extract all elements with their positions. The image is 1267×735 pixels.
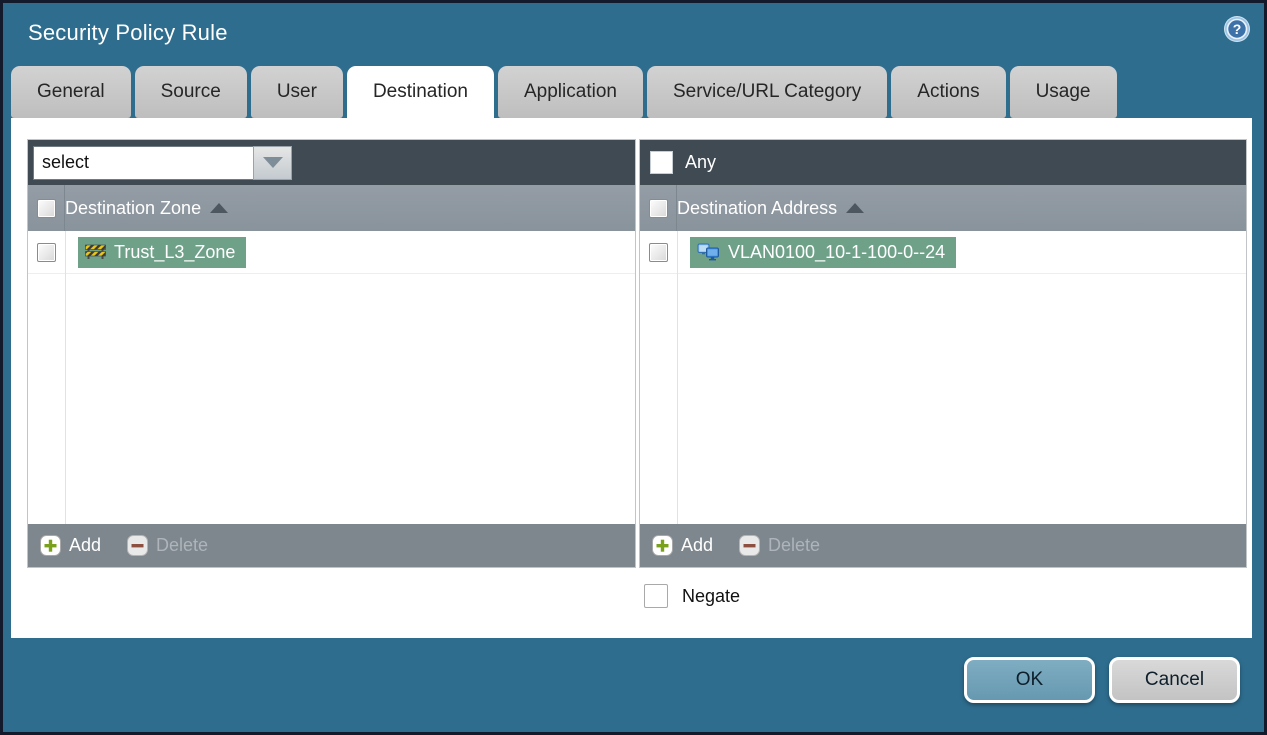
zone-select-dropdown [33,145,292,180]
tab-bar: General Source User Destination Applicat… [11,66,1117,118]
sort-ascending-icon[interactable] [210,203,229,213]
plus-icon [652,535,673,556]
table-row: VLAN0100_10-1-100-0--24 [640,231,1246,274]
chevron-down-icon [262,157,283,168]
zone-entry-label: Trust_L3_Zone [114,241,236,262]
minus-icon [739,535,761,556]
zone-rows: Trust_L3_Zone [28,231,635,524]
zone-barrier-icon [85,244,106,259]
address-delete-button[interactable]: Delete [739,535,820,556]
address-row-checkbox-cell [640,231,677,273]
minus-icon [127,535,149,556]
zone-footer-bar: Add Delete [28,524,635,567]
address-column-header: Destination Address [640,185,1246,231]
address-select-all-cell [640,185,677,231]
zone-add-label: Add [69,535,102,555]
zone-select-dropdown-button[interactable] [253,145,292,180]
tab-service-url-category[interactable]: Service/URL Category [646,66,888,118]
address-footer-bar: Add Delete [640,524,1246,567]
question-mark-glyph: ? [1233,21,1242,37]
address-toolbar: Any [640,140,1246,185]
zone-delete-button[interactable]: Delete [127,535,208,556]
network-address-icon [697,243,719,261]
negate-option: Negate [644,584,740,608]
table-row: Trust_L3_Zone [28,231,635,274]
cancel-button[interactable]: Cancel [1109,656,1240,703]
tab-usage[interactable]: Usage [1009,66,1117,118]
security-policy-rule-dialog: Security Policy Rule ? General Source Us… [0,0,1267,735]
plus-icon [40,535,61,556]
zone-column-label[interactable]: Destination Zone [65,198,201,219]
address-row-checkbox[interactable] [649,242,668,262]
any-checkbox[interactable] [650,151,673,174]
ok-button[interactable]: OK [964,656,1095,703]
any-label: Any [685,152,717,172]
tab-source[interactable]: Source [134,66,247,118]
tab-actions[interactable]: Actions [891,66,1006,118]
tab-application[interactable]: Application [498,66,643,118]
address-delete-label: Delete [768,535,821,555]
zone-add-button[interactable]: Add [40,535,101,556]
zone-row-checkbox[interactable] [37,242,56,262]
address-entry[interactable]: VLAN0100_10-1-100-0--24 [690,236,957,268]
zone-select-all-cell [28,185,65,231]
help-icon[interactable]: ? [1223,15,1251,43]
dialog-title: Security Policy Rule [28,20,228,45]
zone-select-all-checkbox[interactable] [36,198,56,218]
address-add-button[interactable]: Add [652,535,713,556]
zone-entry[interactable]: Trust_L3_Zone [78,236,247,268]
tab-user[interactable]: User [250,66,343,118]
negate-checkbox[interactable] [644,584,668,608]
address-column-label[interactable]: Destination Address [677,198,837,219]
tab-general[interactable]: General [11,66,131,118]
tab-destination[interactable]: Destination [346,66,494,118]
dialog-footer: OK Cancel [3,635,1264,732]
zone-toolbar [28,140,635,185]
zone-column-header: Destination Zone [28,185,635,231]
destination-address-panel: Any Destination Address VLAN0100_10-1-10… [639,139,1247,568]
zone-row-checkbox-cell [28,231,65,273]
address-add-label: Add [681,535,714,555]
destination-tab-content: Destination Zone [11,118,1252,638]
title-bar: Security Policy Rule ? [3,3,1264,65]
address-rows: VLAN0100_10-1-100-0--24 [640,231,1246,524]
sort-ascending-icon[interactable] [846,203,865,213]
zone-delete-label: Delete [156,535,209,555]
zone-select-input[interactable] [33,145,253,180]
negate-label: Negate [682,585,741,606]
address-select-all-checkbox[interactable] [648,198,668,218]
destination-zone-panel: Destination Zone [27,139,636,568]
address-entry-label: VLAN0100_10-1-100-0--24 [728,241,946,262]
